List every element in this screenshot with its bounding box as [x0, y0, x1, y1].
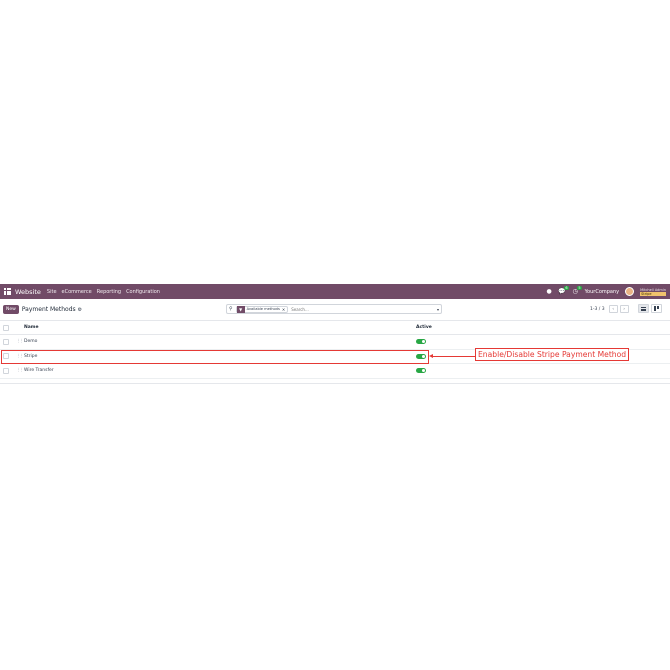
pager-next-icon[interactable]: ›: [619, 305, 629, 313]
list-footer: [0, 379, 670, 384]
list-view-button[interactable]: [638, 304, 649, 313]
kanban-view-icon: [654, 306, 659, 311]
view-switcher: [638, 304, 662, 313]
control-panel: New Payment Methods ⚙ ⚲ ▼ Available meth…: [0, 299, 670, 321]
menu-ecommerce[interactable]: eCommerce: [62, 289, 92, 295]
bug-icon[interactable]: ●: [546, 288, 553, 295]
menu-reporting[interactable]: Reporting: [97, 289, 121, 295]
activity-badge: 5: [577, 286, 582, 290]
kanban-view-button[interactable]: [651, 304, 662, 313]
filter-facet[interactable]: ▼ Available methods ✕: [235, 305, 289, 313]
pager-previous-icon[interactable]: ‹: [608, 305, 618, 313]
drag-handle-icon[interactable]: ⋮⋮: [16, 339, 24, 344]
facet-label: Available methods: [246, 307, 280, 311]
menu-site[interactable]: Site: [47, 289, 57, 295]
column-name-header[interactable]: Name: [24, 325, 39, 330]
facet-remove-icon[interactable]: ✕: [282, 307, 287, 312]
annotation-callout: Enable/Disable Stripe Payment Method: [475, 348, 630, 361]
page-title[interactable]: Payment Methods: [22, 306, 76, 313]
column-active-header[interactable]: Active: [416, 325, 432, 330]
top-navbar: Website Site eCommerce Reporting Configu…: [0, 284, 670, 299]
navbar-systray: ● 💬 6 ◷ 5 YourCompany Mitchell Admin Strip…: [546, 286, 666, 296]
stripe-row-highlight: [1, 350, 429, 364]
user-menu[interactable]: Mitchell Admin Stripe: [640, 288, 666, 296]
new-button[interactable]: New: [3, 305, 19, 314]
search-options-caret-icon[interactable]: ▾: [437, 307, 439, 312]
search-bar[interactable]: ⚲ ▼ Available methods ✕ ▾: [226, 304, 442, 314]
company-switcher[interactable]: YourCompany: [585, 289, 619, 295]
user-avatar[interactable]: [625, 287, 635, 296]
drag-handle-icon[interactable]: ⋮⋮: [16, 368, 24, 373]
list-header: Name Active: [0, 321, 670, 335]
activity-icon[interactable]: ◷ 5: [572, 286, 582, 295]
active-toggle[interactable]: [416, 339, 426, 345]
row-name[interactable]: Wire Transfer: [24, 368, 54, 373]
odoo-app: Website Site eCommerce Reporting Configu…: [0, 284, 670, 384]
pager-value[interactable]: 1-3 / 3: [590, 307, 605, 312]
select-all-checkbox[interactable]: [3, 324, 9, 331]
table-row[interactable]: ⋮⋮ Wire Transfer: [0, 364, 670, 379]
gear-icon[interactable]: ⚙: [78, 307, 82, 313]
row-name[interactable]: Demo: [24, 339, 37, 344]
filter-icon: ▼: [236, 305, 245, 313]
chat-icon[interactable]: 💬 6: [558, 286, 569, 295]
menu-configuration[interactable]: Configuration: [126, 289, 160, 295]
chat-badge: 6: [564, 286, 569, 290]
search-input[interactable]: [291, 306, 392, 312]
apps-grid-icon[interactable]: [4, 288, 11, 295]
search-icon[interactable]: ⚲: [229, 306, 233, 312]
database-badge: Stripe: [640, 291, 666, 296]
row-checkbox[interactable]: [3, 367, 9, 374]
active-toggle[interactable]: [416, 368, 426, 374]
annotation-arrow: [431, 356, 475, 357]
app-brand[interactable]: Website: [15, 288, 41, 296]
row-checkbox[interactable]: [3, 338, 9, 345]
list-view-icon: [641, 306, 646, 311]
pager: 1-3 / 3 ‹ ›: [590, 305, 629, 313]
